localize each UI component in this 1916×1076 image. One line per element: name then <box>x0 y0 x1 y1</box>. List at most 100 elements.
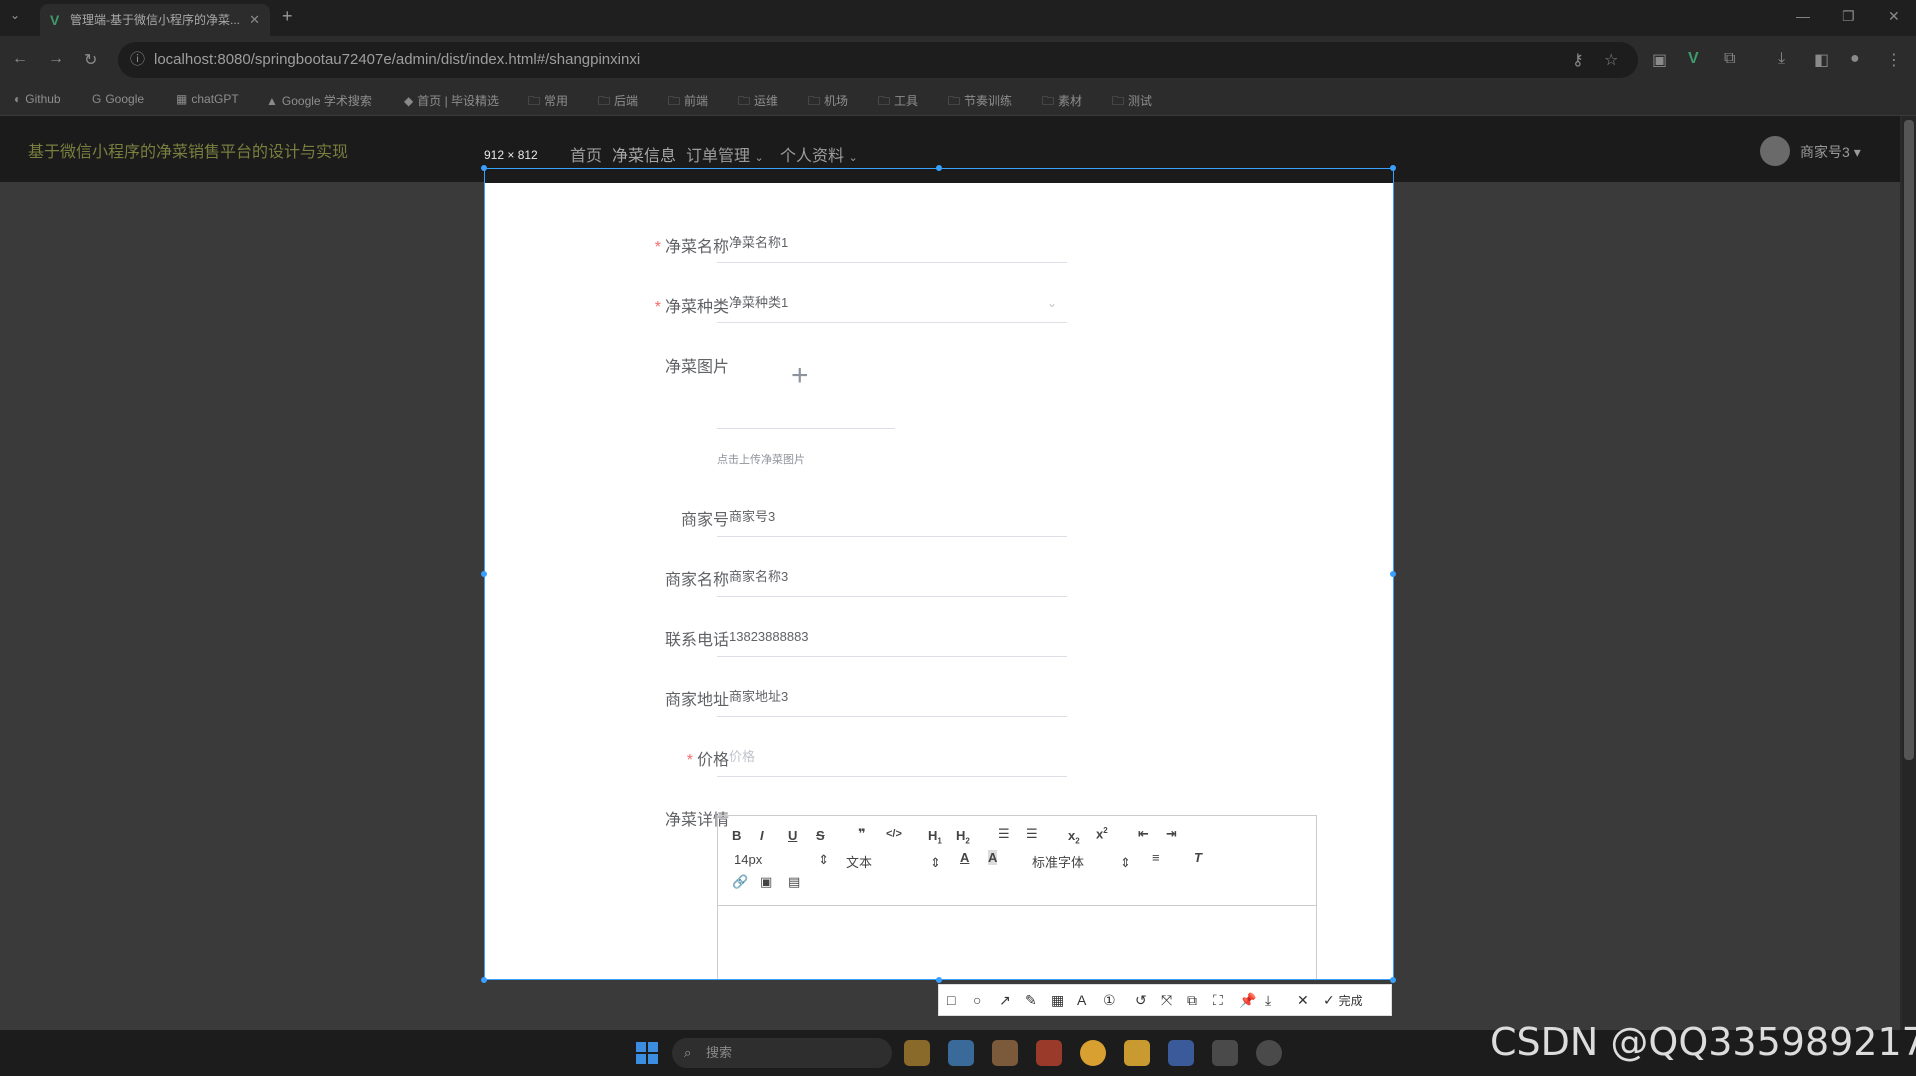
taskbar-search[interactable]: ⌕ 搜索 <box>672 1038 892 1068</box>
superscript-icon[interactable]: x2 <box>1096 826 1108 841</box>
taskbar-ide-icon[interactable] <box>1168 1040 1194 1066</box>
strike-icon[interactable]: S <box>816 828 825 843</box>
reload-icon[interactable]: ↻ <box>84 50 97 70</box>
font-size-select[interactable]: 14px ⇕ <box>734 852 829 868</box>
taskbar-app-paw-icon[interactable] <box>992 1040 1018 1066</box>
back-icon[interactable]: ← <box>12 50 28 68</box>
h2-icon[interactable]: H2 <box>956 828 970 846</box>
password-key-icon[interactable]: ⚷ <box>1572 50 1584 70</box>
price-input[interactable]: 价格 <box>717 737 1067 777</box>
image-icon[interactable]: ▣ <box>760 874 772 890</box>
more-menu-icon[interactable]: ⋮ <box>1886 50 1902 70</box>
italic-icon[interactable]: I <box>760 828 764 843</box>
bookmark-folder-assets[interactable]: 🗀 素材 <box>1042 92 1082 113</box>
bookmark-github[interactable]: ◐ Github <box>14 92 61 106</box>
taskbar-file-explorer-icon[interactable] <box>1124 1040 1150 1066</box>
fullscreen-icon[interactable]: ⛶ <box>1213 992 1223 1009</box>
bookmark-star-icon[interactable]: ☆ <box>1604 50 1618 70</box>
tab-list-icon[interactable]: ⌄ <box>10 8 20 22</box>
merchant-no-input[interactable]: 商家号3 <box>717 497 1067 537</box>
resize-handle-nw[interactable] <box>481 165 487 171</box>
bookmark-chatgpt[interactable]: ▦ chatGPT <box>176 92 239 106</box>
address-input[interactable]: 商家地址3 <box>717 677 1067 717</box>
menu-home[interactable]: 首页 <box>570 142 602 166</box>
name-input[interactable]: 净菜名称1 <box>717 223 1067 263</box>
resize-handle-n[interactable] <box>936 165 942 171</box>
bookmark-folder-airport[interactable]: 🗀 机场 <box>808 92 848 113</box>
site-info-icon[interactable]: ⓘ <box>130 42 145 78</box>
undo-icon[interactable]: ↺ <box>1135 992 1147 1009</box>
h1-icon[interactable]: H1 <box>928 828 942 846</box>
video-icon[interactable]: ▤ <box>788 874 800 890</box>
block-type-select[interactable]: 文本 ⇕ <box>846 852 941 871</box>
link-icon[interactable]: 🔗 <box>732 874 748 890</box>
rectangle-tool-icon[interactable]: □ <box>947 992 955 1008</box>
merchant-name-input[interactable]: 商家名称3 <box>717 557 1067 597</box>
bookmark-folder-common[interactable]: 🗀 常用 <box>528 92 568 113</box>
resize-handle-ne[interactable] <box>1390 165 1396 171</box>
bold-icon[interactable]: B <box>732 828 741 843</box>
background-color-icon[interactable]: A <box>988 850 998 865</box>
address-bar[interactable]: ⓘ localhost:8080/springbootau72407e/admi… <box>118 42 1638 78</box>
menu-produce-info[interactable]: 净菜信息 <box>612 142 676 166</box>
bookmark-folder-frontend[interactable]: 🗀 前端 <box>668 92 708 113</box>
font-family-select[interactable]: 标准字体 ⇕ <box>1032 852 1131 871</box>
forward-icon[interactable]: → <box>48 50 64 68</box>
bookmark-scholar[interactable]: ▲ Google 学术搜索 <box>266 92 372 109</box>
taskbar-chat-icon[interactable] <box>1256 1040 1282 1066</box>
outdent-icon[interactable]: ⇤ <box>1138 826 1149 842</box>
tab-close-icon[interactable]: ✕ <box>249 4 260 36</box>
profile-avatar-icon[interactable]: ● <box>1850 50 1860 68</box>
reading-mode-icon[interactable]: ▣ <box>1652 50 1667 70</box>
browser-tab[interactable]: V 管理端-基于微信小程序的净菜... ✕ <box>40 4 270 36</box>
cancel-icon[interactable]: ✕ <box>1297 992 1309 1009</box>
type-select[interactable]: 净菜种类1 ⌄ <box>717 283 1067 323</box>
subscript-icon[interactable]: x2 <box>1068 828 1080 846</box>
taskbar-app-remote-icon[interactable] <box>948 1040 974 1066</box>
align-icon[interactable]: ≡ <box>1152 850 1160 865</box>
vue-devtools-icon[interactable]: V <box>1688 50 1699 68</box>
bookmark-folder-tools[interactable]: 🗀 工具 <box>878 92 918 113</box>
pin-icon[interactable]: 📌 <box>1239 992 1256 1009</box>
resize-handle-e[interactable] <box>1390 571 1396 577</box>
image-upload[interactable]: + <box>717 349 895 429</box>
page-scrollbar-thumb[interactable] <box>1904 120 1914 760</box>
resize-handle-w[interactable] <box>481 571 487 577</box>
bookmark-google[interactable]: G Google <box>92 92 144 106</box>
save-icon[interactable]: ⤓ <box>1265 992 1271 1009</box>
menu-orders[interactable]: 订单管理 ⌄ <box>686 142 764 166</box>
taskbar-chrome-icon[interactable] <box>1080 1040 1106 1066</box>
extensions-icon[interactable]: ⧉ <box>1724 50 1735 68</box>
resize-handle-sw[interactable] <box>481 977 487 983</box>
arrow-tool-icon[interactable]: ↗ <box>999 992 1011 1009</box>
resize-handle-s[interactable] <box>936 977 942 983</box>
new-tab-button[interactable]: + <box>282 6 293 27</box>
text-color-icon[interactable]: A <box>960 850 969 865</box>
screenshot-selection[interactable]: * 净菜名称 净菜名称1 * 净菜种类 净菜种类1 ⌄ 净菜图片 + 点击上传净菜图片… <box>484 168 1394 980</box>
taskbar-app-red-icon[interactable] <box>1036 1040 1062 1066</box>
ocr-icon[interactable]: ⧉ <box>1187 992 1197 1009</box>
taskbar-app-search-icon[interactable] <box>904 1040 930 1066</box>
long-screenshot-icon[interactable]: ⤧ <box>1161 992 1172 1009</box>
restore-icon[interactable]: ❐ <box>1842 8 1855 25</box>
clear-format-icon[interactable]: T <box>1194 850 1202 865</box>
mosaic-tool-icon[interactable]: ▦ <box>1051 992 1064 1009</box>
phone-input[interactable]: 13823888883 <box>717 617 1067 657</box>
resize-handle-se[interactable] <box>1390 977 1396 983</box>
rich-text-editor[interactable]: B I U S ❞ </> H1 H2 ☰ ☰ x2 x2 ⇤ ⇥ 14px ⇕ … <box>717 815 1317 979</box>
blockquote-icon[interactable]: ❞ <box>858 826 866 842</box>
bookmark-folder-ops[interactable]: 🗀 运维 <box>738 92 778 113</box>
menu-profile[interactable]: 个人资料 ⌄ <box>780 142 858 166</box>
bookmark-folder-backend[interactable]: 🗀 后端 <box>598 92 638 113</box>
bookmark-folder-rhythm[interactable]: 🗀 节奏训练 <box>948 92 1012 113</box>
pen-tool-icon[interactable]: ✎ <box>1025 992 1037 1009</box>
bookmark-folder-test[interactable]: 🗀 测试 <box>1112 92 1152 113</box>
number-tool-icon[interactable]: ① <box>1103 992 1116 1009</box>
user-avatar[interactable] <box>1760 136 1790 166</box>
user-menu[interactable]: 商家号3 ▾ <box>1800 142 1861 162</box>
done-button[interactable]: ✓ 完成 <box>1323 992 1363 1009</box>
download-icon[interactable]: ⤓ <box>1778 50 1785 68</box>
minimize-icon[interactable]: — <box>1796 8 1810 24</box>
underline-icon[interactable]: U <box>788 828 797 843</box>
side-panel-icon[interactable]: ◧ <box>1814 50 1829 70</box>
